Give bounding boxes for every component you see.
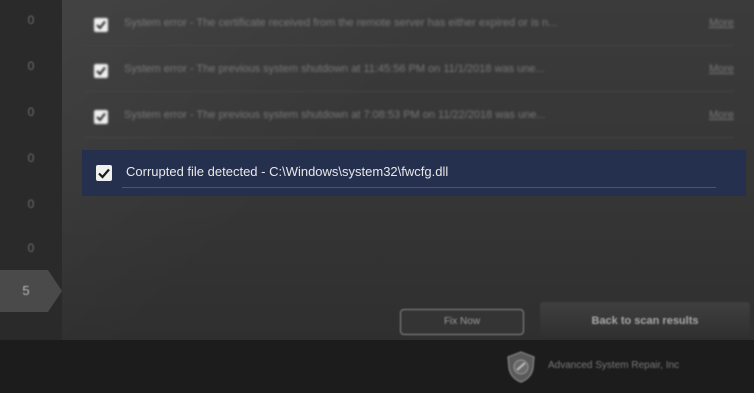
app-window: 0 0 0 0 0 0 5 System error - The certifi…	[0, 0, 754, 393]
result-checkbox[interactable]	[94, 18, 108, 32]
category-count[interactable]: 0	[0, 184, 62, 224]
more-link[interactable]: More	[709, 17, 734, 29]
result-message: System error - The certificate received …	[124, 17, 558, 29]
result-message: System error - The previous system shutd…	[124, 63, 545, 75]
category-count[interactable]: 0	[0, 228, 62, 268]
scan-results-panel: System error - The certificate received …	[62, 0, 754, 340]
category-count[interactable]: 0	[0, 92, 62, 132]
category-count[interactable]: 0	[0, 138, 62, 178]
company-name: Advanced System Repair, Inc	[548, 360, 680, 371]
back-to-scan-results-button[interactable]: Back to scan results	[540, 302, 750, 340]
category-counter-column: 0 0 0 0 0 0 5	[0, 0, 62, 340]
more-link[interactable]: More	[709, 63, 734, 75]
category-count[interactable]: 0	[0, 46, 62, 86]
active-count-label: 5	[22, 283, 30, 298]
result-checkbox[interactable]	[94, 64, 108, 78]
checkmark-icon	[96, 20, 106, 30]
category-count[interactable]: 0	[0, 0, 62, 40]
checkmark-icon	[98, 168, 110, 179]
result-message: Corrupted file detected - C:\Windows\sys…	[126, 164, 449, 179]
checkmark-icon	[96, 112, 106, 122]
row-divider	[84, 45, 734, 46]
footer-bar: Advanced System Repair, Inc	[0, 340, 754, 393]
category-count-active[interactable]: 5	[0, 270, 62, 312]
result-row: System error - The certificate received …	[84, 6, 734, 46]
result-row-selected[interactable]: Corrupted file detected - C:\Windows\sys…	[82, 150, 746, 196]
more-link[interactable]: More	[709, 109, 734, 121]
result-message: System error - The previous system shutd…	[124, 109, 546, 121]
result-row: System error - The previous system shutd…	[84, 52, 734, 92]
result-checkbox[interactable]	[94, 110, 108, 124]
fix-now-button[interactable]: Fix Now	[400, 309, 524, 335]
row-divider	[84, 91, 734, 92]
shield-logo-icon	[507, 351, 535, 383]
row-divider	[84, 137, 734, 138]
result-row: System error - The previous system shutd…	[84, 98, 734, 138]
result-checkbox[interactable]	[96, 165, 112, 181]
checkmark-icon	[96, 66, 106, 76]
row-divider	[122, 187, 716, 188]
